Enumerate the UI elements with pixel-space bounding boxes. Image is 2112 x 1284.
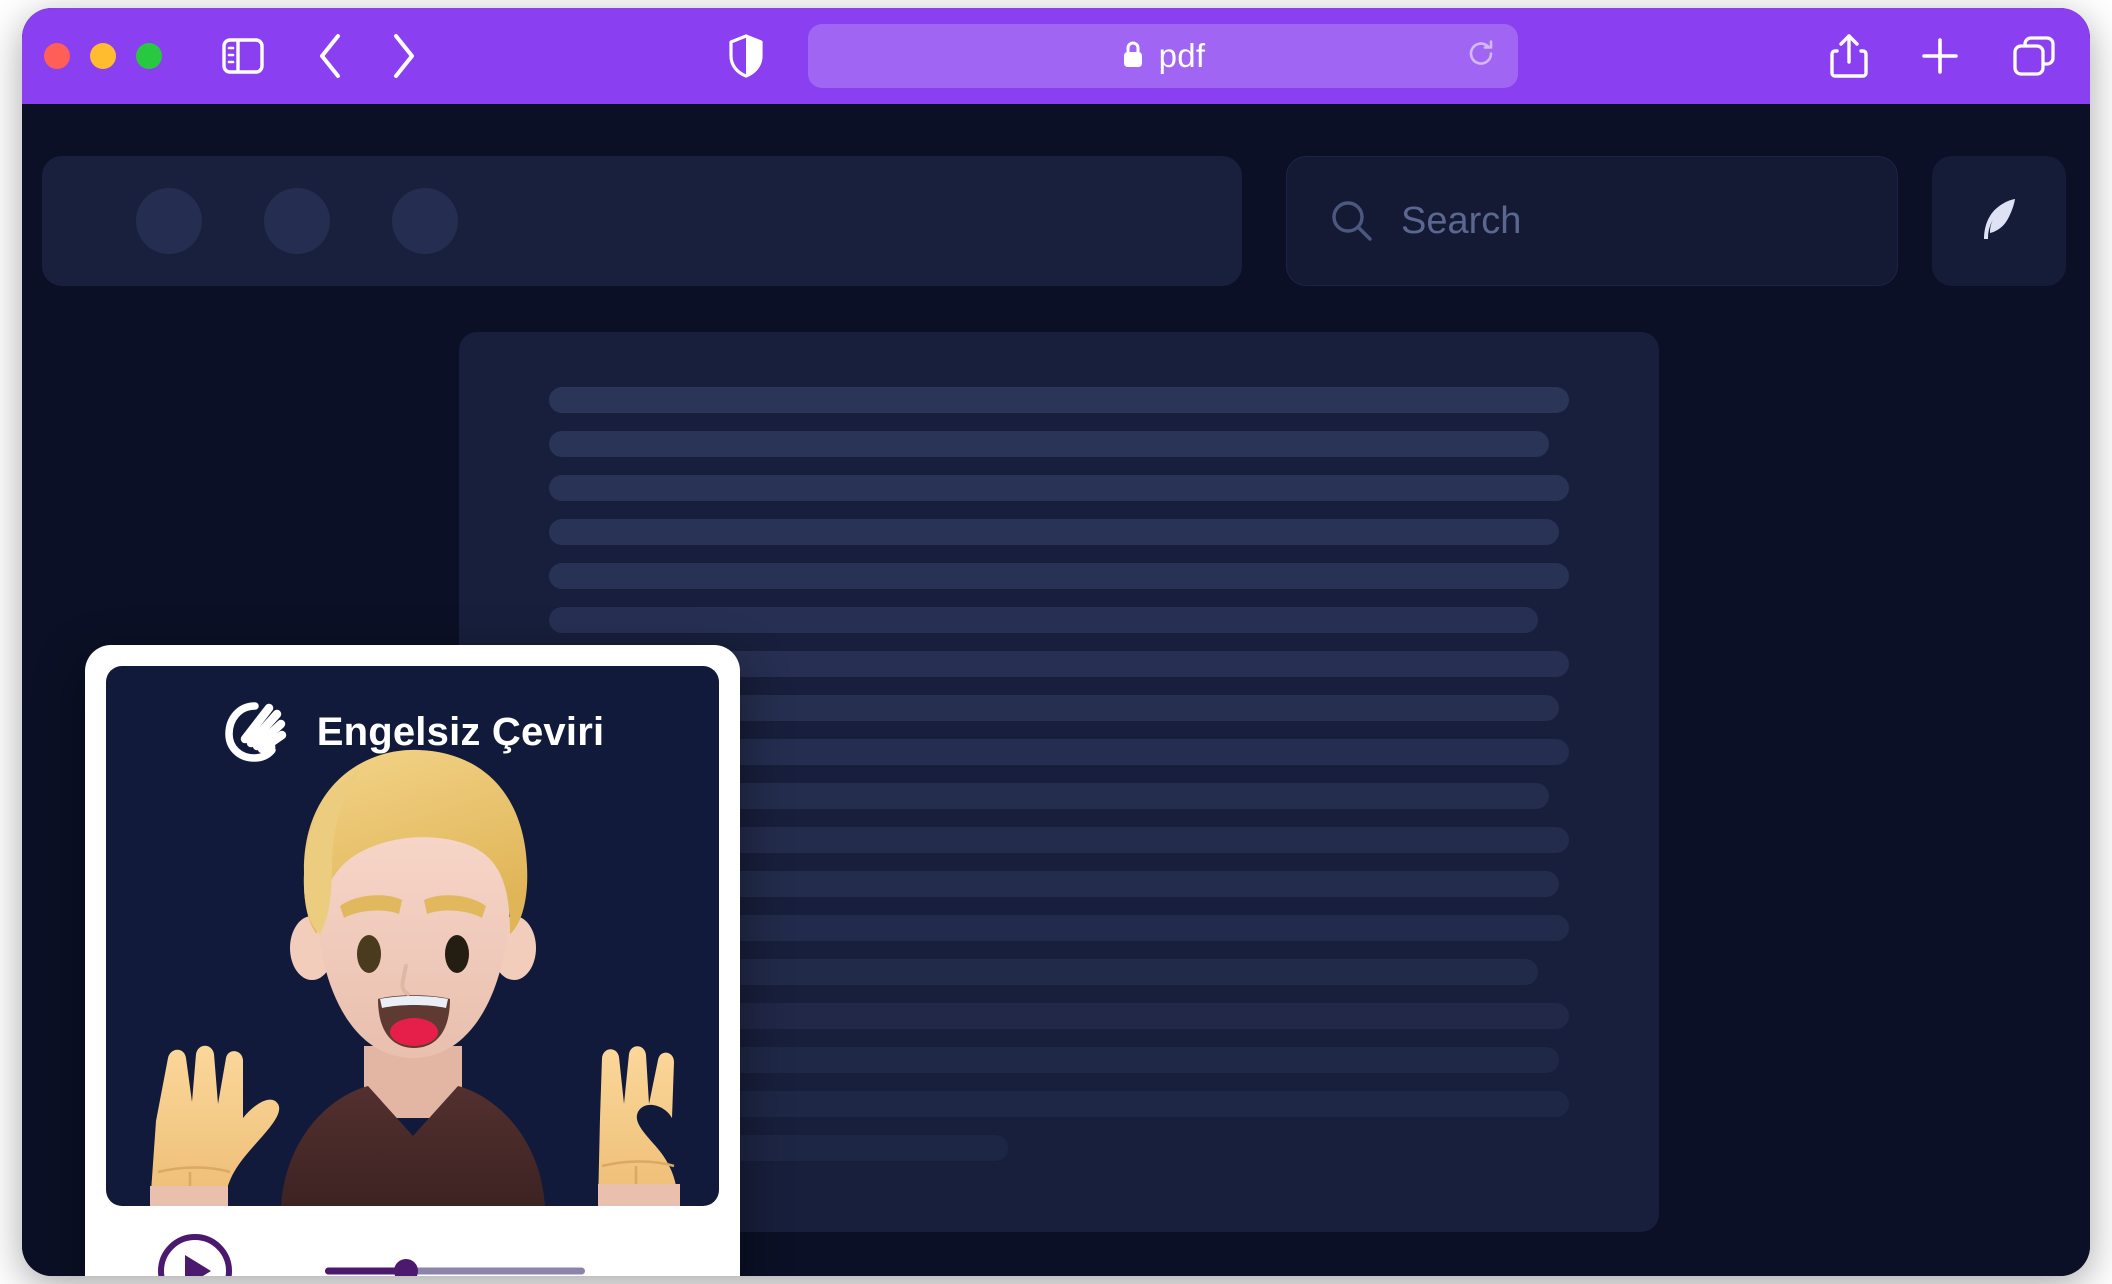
- window-traffic-lights: [44, 43, 162, 69]
- play-triangle: [185, 1255, 211, 1276]
- document-line: [549, 519, 1559, 545]
- minimize-window-button[interactable]: [90, 43, 116, 69]
- placeholder-panel: [42, 156, 1242, 286]
- document-line: [549, 475, 1569, 501]
- video-viewport[interactable]: Engelsiz Çeviri: [106, 666, 719, 1206]
- search-input[interactable]: Search: [1286, 156, 1898, 286]
- url-text: pdf: [1158, 37, 1206, 74]
- privacy-shield-icon[interactable]: [728, 34, 764, 78]
- toolbar-right-actions: [1830, 33, 2056, 79]
- placeholder-circle: [392, 188, 458, 254]
- document-line: [549, 563, 1569, 589]
- play-icon[interactable]: [158, 1234, 232, 1276]
- progress-thumb[interactable]: [393, 1259, 418, 1276]
- lock-icon: [1121, 39, 1145, 74]
- share-icon[interactable]: [1830, 33, 1868, 79]
- engelsiz-ceviri-hand-logo-icon: [221, 694, 293, 771]
- video-player-card: Engelsiz Çeviri: [85, 645, 740, 1276]
- feather-button[interactable]: [1932, 156, 2066, 286]
- document-line: [549, 607, 1539, 633]
- url-content: pdf: [1121, 37, 1206, 75]
- sidebar-icon[interactable]: [222, 38, 264, 74]
- page-content: Search Engelsiz Çeviri: [22, 104, 2090, 1276]
- url-address-bar[interactable]: pdf: [808, 24, 1518, 88]
- document-line: [549, 431, 1549, 457]
- placeholder-circle: [136, 188, 202, 254]
- reload-icon[interactable]: [1466, 39, 1496, 74]
- progress-slider[interactable]: [325, 1258, 585, 1276]
- tab-overview-icon[interactable]: [2012, 35, 2056, 77]
- chevron-left-icon[interactable]: [316, 33, 344, 79]
- browser-window: pdf Search Engelsiz Çeviri: [22, 8, 2090, 1276]
- document-line: [549, 387, 1569, 413]
- plus-icon[interactable]: [1920, 36, 1960, 76]
- search-placeholder-text: Search: [1401, 199, 1522, 242]
- browser-toolbar: pdf: [22, 8, 2090, 104]
- zoom-window-button[interactable]: [136, 43, 162, 69]
- chevron-right-icon[interactable]: [390, 33, 418, 79]
- player-controls: [85, 1207, 740, 1276]
- video-card-header: Engelsiz Çeviri: [106, 694, 719, 771]
- page-header-row: Search: [42, 156, 2070, 286]
- search-icon: [1329, 198, 1375, 244]
- video-card-title: Engelsiz Çeviri: [316, 710, 605, 754]
- close-window-button[interactable]: [44, 43, 70, 69]
- placeholder-circle: [264, 188, 330, 254]
- feather-icon: [1968, 188, 2030, 255]
